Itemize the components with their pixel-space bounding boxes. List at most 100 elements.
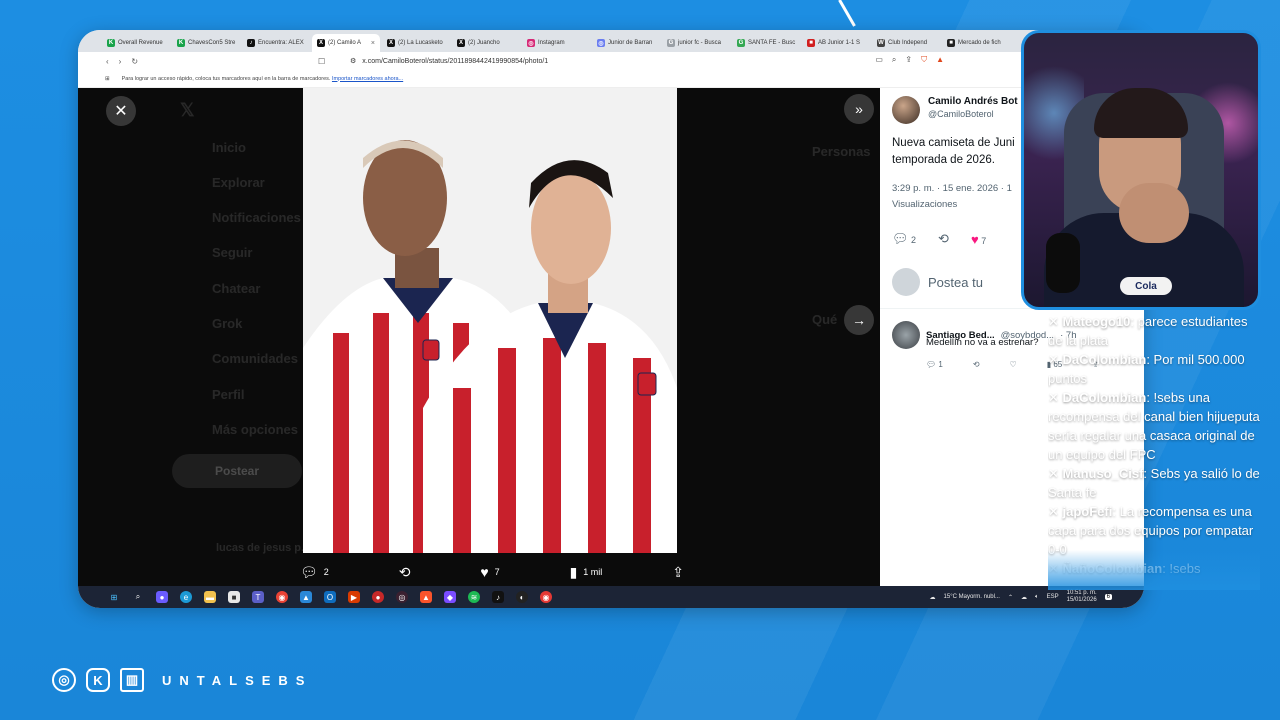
browser-tab[interactable]: Gjunior fc - Busca xyxy=(662,34,730,52)
notification-badge[interactable]: 6 xyxy=(1104,594,1112,600)
teams-icon[interactable]: T xyxy=(252,591,264,603)
clock-date: 15/01/2026 xyxy=(1066,597,1097,603)
reply-reply-button[interactable]: 💬︎ 1 xyxy=(926,360,943,369)
brave-icon[interactable]: ▲ xyxy=(420,591,432,603)
reply-button[interactable]: 💬︎ 2 xyxy=(892,231,916,247)
tab-label: (2) Camilo A xyxy=(328,40,362,46)
weather-icon[interactable]: ☁ xyxy=(930,594,936,601)
chat-username[interactable]: DaColombian xyxy=(1063,352,1147,367)
shirt-logo: Cola xyxy=(1120,277,1172,295)
bookmark-icon[interactable]: ☐ xyxy=(318,57,325,66)
photo-retweet-button[interactable]: ⟲ xyxy=(399,564,411,581)
chat-username[interactable]: Mateogo10 xyxy=(1063,314,1131,329)
photo-like-button[interactable]: ♥ 7 xyxy=(480,564,499,580)
browser-tab[interactable]: ■ Mercado de fich xyxy=(942,34,1010,52)
reply-like-button[interactable]: ♡ xyxy=(1010,360,1017,369)
streamlabs-icon[interactable]: ◐ xyxy=(516,591,528,603)
next-photo-button[interactable]: → xyxy=(844,305,874,335)
chrome-icon[interactable]: ◉ xyxy=(276,591,288,603)
copilot-icon[interactable]: ● xyxy=(156,591,168,603)
media-icon[interactable]: ▶ xyxy=(348,591,360,603)
browser-tab[interactable]: K Overall Revenue xyxy=(102,34,170,52)
tab-label: ChavesCon5 Stre xyxy=(188,40,236,46)
reload-icon[interactable]: ↻ xyxy=(131,57,138,66)
app-icon[interactable]: ◆ xyxy=(444,591,456,603)
import-bookmarks-link[interactable]: Importar marcadores ahora... xyxy=(332,76,403,82)
tab-label: Encuentra: ALEX xyxy=(258,40,304,46)
address-input[interactable]: ⚙ x.com/CamiloBoterol/status/20118984424… xyxy=(336,54,896,68)
close-viewer-button[interactable]: ✕ xyxy=(106,96,136,126)
chat-username[interactable]: DaColombian xyxy=(1063,390,1147,405)
browser-tab[interactable]: ◎ Instagram xyxy=(522,34,590,52)
tab-favicon-icon: K xyxy=(177,39,185,47)
tweet-author[interactable]: Camilo Andrés Bot @CamiloBoterol xyxy=(892,96,1018,124)
site-info-icon[interactable]: ⚙ xyxy=(350,57,356,65)
twitch-icon: ▥ xyxy=(120,668,144,692)
chat-message: ✕ DaColombian: Por mil 500.000 puntos xyxy=(1048,352,1245,386)
apps-icon[interactable]: ⊞ xyxy=(105,76,110,82)
tab-close-icon[interactable]: × xyxy=(371,40,375,47)
browser-tab[interactable]: X (2) Juancho xyxy=(452,34,520,52)
avatar[interactable] xyxy=(892,96,920,124)
record-icon[interactable]: ● xyxy=(372,591,384,603)
chat-username[interactable]: japoFefi xyxy=(1063,504,1113,519)
browser-tab[interactable]: W Club Independ xyxy=(872,34,940,52)
photo-views-button[interactable]: ▮ 1 mil xyxy=(570,564,603,581)
kick-badge-icon: ✕ xyxy=(1048,504,1063,519)
chat-username[interactable]: Manuso_Cisf xyxy=(1063,466,1144,481)
browser-tab[interactable]: K ChavesCon5 Stre xyxy=(172,34,240,52)
lang-indicator[interactable]: ESP xyxy=(1047,594,1059,600)
windows-start-icon[interactable]: ⊞ xyxy=(108,591,120,603)
file-explorer-icon[interactable]: ▬ xyxy=(204,591,216,603)
clock[interactable]: 10:51 p. m. 15/01/2026 xyxy=(1067,590,1097,604)
install-icon[interactable]: ▭ xyxy=(875,55,883,65)
nav-more-ghost: Más opciones xyxy=(212,422,298,437)
reply-retweet-button[interactable]: ⟲ xyxy=(973,360,980,369)
browser-tab[interactable]: ◎ Junior de Barran xyxy=(592,34,660,52)
share-icon[interactable]: ⇪ xyxy=(905,55,912,65)
capture-icon[interactable]: ◉ xyxy=(540,591,552,603)
search-icon[interactable]: ⌕ xyxy=(132,591,144,603)
browser-tab[interactable]: X (2) Camilo A × xyxy=(312,34,380,52)
dimmed-backdrop[interactable]: 𝕏 Inicio Explorar Notificaciones Seguir … xyxy=(78,88,880,586)
brave-rewards-icon[interactable]: ▲ xyxy=(936,55,944,65)
heart-icon: ♥ xyxy=(970,231,979,247)
spotify-icon[interactable]: ≋ xyxy=(468,591,480,603)
store-icon[interactable]: ■ xyxy=(228,591,240,603)
avatar[interactable] xyxy=(892,321,920,349)
obs-icon[interactable]: ◎ xyxy=(396,591,408,603)
browser-tab[interactable]: ■ AB Junior 1-1 S xyxy=(802,34,870,52)
browser-tab[interactable]: X (2) La Lucasketo xyxy=(382,34,450,52)
author-name[interactable]: Camilo Andrés Bot xyxy=(928,96,1018,107)
bookmark-bar: ⊞ Para lograr un acceso rápido, coloca t… xyxy=(78,70,1144,88)
system-tray: ☁ 15°C Mayorm. nubl... ⌃ ☁ 🔈︎ ESP 10:51 … xyxy=(930,590,1112,604)
tweet-photo[interactable] xyxy=(303,88,677,553)
reply-input[interactable]: Postea tu xyxy=(928,275,983,290)
retweet-button[interactable]: ⟲ xyxy=(938,231,949,247)
volume-icon[interactable]: 🔈︎ xyxy=(1035,594,1039,601)
forward-icon[interactable]: › xyxy=(119,57,122,66)
back-icon[interactable]: ‹ xyxy=(106,57,109,66)
browser-tab[interactable]: ♪ Encuentra: ALEX xyxy=(242,34,310,52)
tab-favicon-icon: ♪ xyxy=(247,39,255,47)
browser-tab[interactable]: G SANTA FE - Busc xyxy=(732,34,800,52)
tiktok-icon[interactable]: ♪ xyxy=(492,591,504,603)
tweet-timestamp[interactable]: 3:29 p. m. · 15 ene. 2026 · 1 xyxy=(892,181,1012,197)
reply-reply-count: 1 xyxy=(938,360,943,369)
outlook-icon[interactable]: O xyxy=(324,591,336,603)
reply-composer[interactable]: Postea tu xyxy=(892,268,983,296)
zoom-icon[interactable]: ⌕ xyxy=(892,55,896,65)
like-button[interactable]: ♥ 7 xyxy=(971,232,986,247)
tab-label: Club Independ xyxy=(888,40,928,46)
edge-icon[interactable]: e xyxy=(180,591,192,603)
brave-shield-icon[interactable]: ⛉ xyxy=(921,55,927,65)
photo-share-button[interactable]: ⇪ xyxy=(672,564,684,581)
windows-taskbar: ⊞ ⌕ ● e ▬ ■ T ◉ ▲ O ▶ ● ◎ ▲ ◆ ≋ ♪ ◐ ◉ ☁ … xyxy=(78,586,1144,608)
onedrive-icon[interactable]: ☁ xyxy=(1021,594,1027,601)
weather-text[interactable]: 15°C Mayorm. nubl... xyxy=(944,594,1000,600)
photos-icon[interactable]: ▲ xyxy=(300,591,312,603)
tab-favicon-icon: ■ xyxy=(947,39,955,47)
tray-chevron-icon[interactable]: ⌃ xyxy=(1008,594,1013,601)
expand-panel-button[interactable]: » xyxy=(844,94,874,124)
photo-reply-button[interactable]: 💬︎ 2 xyxy=(300,564,329,581)
